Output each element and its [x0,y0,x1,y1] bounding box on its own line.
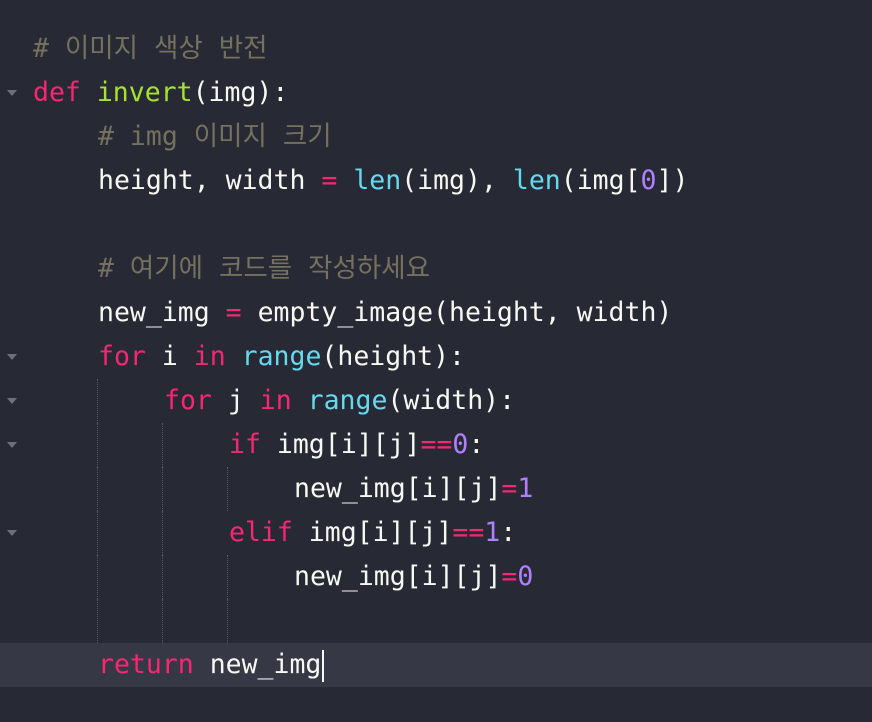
keyword: for [164,385,212,416]
identifier: j [211,385,260,416]
comment: # img 이미지 크기 [98,121,332,152]
identifier: : [500,517,517,548]
operator: = [501,561,518,592]
text-cursor [322,649,325,682]
operator: == [452,517,485,548]
operator: == [420,429,453,460]
indent-guide [97,467,98,511]
identifier: img[i][j] [292,517,453,548]
identifier: : [468,429,485,460]
indent-guide [162,511,163,555]
fold-arrow-icon[interactable] [7,90,17,96]
code-line-7[interactable]: new_img = empty_image(height, width) [0,291,872,335]
code-text: for i in range(height): [98,335,465,379]
code-line-5[interactable] [0,203,872,247]
builtin: range [307,385,388,416]
identifier: (height): [321,341,466,372]
number: 0 [517,561,534,592]
fold-arrow-icon[interactable] [7,442,17,448]
code-text: # 여기에 코드를 작성하세요 [98,247,430,291]
code-text: # 이미지 색상 반전 [33,27,267,71]
indent-guide [162,555,163,599]
identifier: (img[ [560,165,641,196]
code-line-11[interactable]: new_img[i][j]=1 [0,467,872,511]
identifier: empty_image(height, width) [241,297,673,328]
identifier: new_img [98,297,226,328]
code-line-14[interactable] [0,599,872,643]
indent-guide [227,467,228,511]
code-line-13[interactable]: new_img[i][j]=0 [0,555,872,599]
number: 0 [640,165,657,196]
code-line-15-current[interactable]: return new_img [0,643,872,687]
code-text: if img[i][j]==0: [229,423,484,467]
indent-guide [162,599,163,643]
indent-guide [97,555,98,599]
builtin: range [241,341,322,372]
code-text: return new_img [98,643,325,687]
code-text: elif img[i][j]==1: [229,511,516,555]
code-text: for j in range(width): [164,379,515,423]
operator: = [225,297,242,328]
code-line-10[interactable]: if img[i][j]==0: [0,423,872,467]
fold-arrow-icon[interactable] [7,398,17,404]
comment: # 여기에 코드를 작성하세요 [98,253,430,284]
indent-guide [97,423,98,467]
indent-guide [227,599,228,643]
code-line-4[interactable]: height, width = len(img), len(img[0]) [0,159,872,203]
fold-arrow-icon[interactable] [7,354,17,360]
comment: # 이미지 색상 반전 [33,33,268,64]
number: 1 [484,517,501,548]
fold-arrow-icon[interactable] [7,530,17,536]
indent-guide [97,511,98,555]
identifier: i [145,341,194,372]
code-line-8[interactable]: for i in range(height): [0,335,872,379]
identifier: new_img[i][j] [294,473,502,504]
code-line-12[interactable]: elif img[i][j]==1: [0,511,872,555]
code-line-2[interactable]: def invert(img): [0,71,872,115]
code-text: new_img = empty_image(height, width) [98,291,672,335]
keyword: if [229,429,261,460]
code-line-3[interactable]: # img 이미지 크기 [0,115,872,159]
code-text: new_img[i][j]=0 [294,555,533,599]
params: (img): [192,77,289,108]
code-text: def invert(img): [33,71,288,115]
code-text: new_img[i][j]=1 [294,467,533,511]
identifier: new_img [193,649,322,680]
identifier: ]) [656,165,689,196]
number: 0 [452,429,469,460]
code-text: height, width = len(img), len(img[0]) [98,159,688,203]
code-editor[interactable]: # 이미지 색상 반전 def invert(img): # img 이미지 크… [0,0,872,722]
indent-guide [97,599,98,643]
indent-guide [162,467,163,511]
identifier: height, width [98,165,322,196]
code-line-1[interactable]: # 이미지 색상 반전 [0,27,872,71]
code-line-6[interactable]: # 여기에 코드를 작성하세요 [0,247,872,291]
builtin: len [512,165,561,196]
operator: = [321,165,338,196]
identifier: (img), [401,165,513,196]
indent-guide [162,423,163,467]
builtin: len [353,165,402,196]
indent-guide [227,555,228,599]
identifier: img[i][j] [260,429,421,460]
indent-guide [97,379,98,423]
function-name: invert [96,77,193,108]
operator: = [501,473,518,504]
number: 1 [517,473,534,504]
keyword: in [193,341,226,372]
keyword: for [98,341,146,372]
keyword: def [33,77,81,108]
identifier: (width): [387,385,516,416]
code-line-9[interactable]: for j in range(width): [0,379,872,423]
identifier: new_img[i][j] [294,561,502,592]
keyword: in [259,385,292,416]
keyword: elif [229,517,293,548]
keyword: return [98,649,194,680]
code-text: # img 이미지 크기 [98,115,332,159]
